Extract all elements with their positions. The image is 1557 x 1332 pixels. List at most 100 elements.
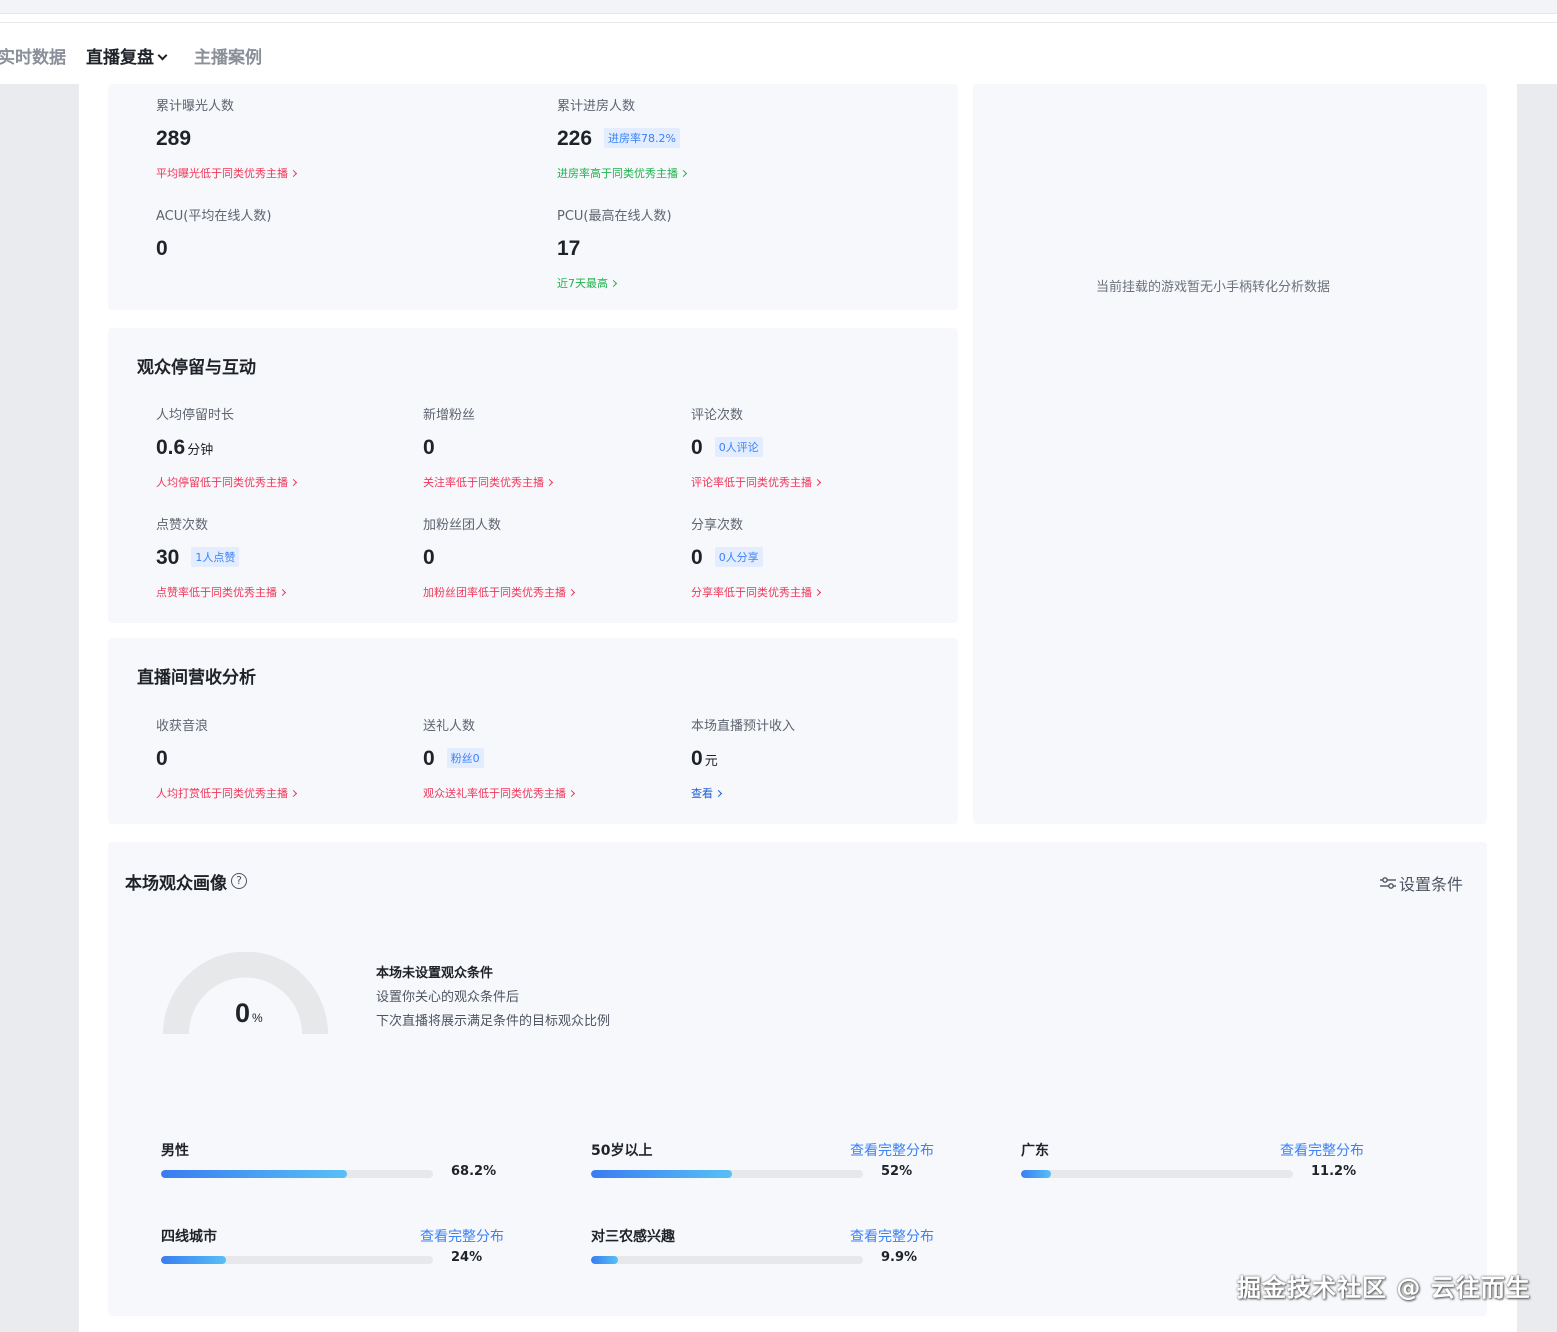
engagement-card: 观众停留与互动 人均停留时长 0.6 分钟 人均停留低于同类优秀主播 新增粉丝 0…	[108, 328, 958, 623]
metric-hint-link[interactable]: 进房率高于同类优秀主播	[557, 165, 688, 181]
metric-hint-link[interactable]: 加粉丝团率低于同类优秀主播	[423, 584, 576, 600]
gauge-number: 0	[235, 998, 251, 1028]
distribution-item: 50岁以上 查看完整分布 52%	[591, 1140, 936, 1180]
metric-value: 17	[557, 237, 581, 260]
metric-unit: 分钟	[187, 443, 214, 458]
metric-hint-link[interactable]: 评论率低于同类优秀主播	[691, 474, 822, 490]
metric-value: 0	[691, 546, 703, 569]
hint-text: 加粉丝团率低于同类优秀主播	[423, 586, 566, 599]
nav-tab-label: 直播复盘	[86, 48, 154, 68]
metric-value: 226	[557, 127, 593, 150]
metric-value: 289	[156, 127, 192, 150]
count-badge: 1人点赞	[191, 547, 240, 567]
empty-state-text: 当前挂载的游戏暂无小手柄转化分析数据	[1096, 280, 1331, 295]
count-badge: 0人分享	[714, 547, 763, 567]
distribution-item: 男性 68.2%	[161, 1140, 506, 1180]
metric-enter: 累计进房人数 226 进房率78.2% 进房率高于同类优秀主播	[557, 95, 688, 181]
metric-hint-link[interactable]: 点赞率低于同类优秀主播	[156, 584, 287, 600]
right-gutter	[1517, 84, 1557, 1332]
revenue-card: 直播间营收分析 收获音浪 0 人均打赏低于同类优秀主播 送礼人数 0 粉丝0 观众…	[108, 638, 958, 824]
metric-comments: 评论次数 0 0人评论 评论率低于同类优秀主播	[691, 404, 822, 490]
settings-label: 设置条件	[1399, 875, 1464, 894]
distribution-percent: 24%	[451, 1250, 483, 1265]
metric-value: 0	[691, 747, 703, 770]
distribution-item: 广东 查看完整分布 11.2%	[1021, 1140, 1366, 1180]
view-full-distribution-link[interactable]: 查看完整分布	[850, 1226, 934, 1246]
tip-line: 下次直播将展示满足条件的目标观众比例	[376, 1014, 611, 1029]
traffic-card: 累计曝光人数 289 平均曝光低于同类优秀主播 累计进房人数 226 进房率78.…	[108, 84, 958, 310]
metric-hint-link[interactable]: 关注率低于同类优秀主播	[423, 474, 554, 490]
metric-hint-link[interactable]: 人均停留低于同类优秀主播	[156, 474, 298, 490]
progress-fill	[591, 1256, 618, 1264]
distribution-item: 对三农感兴趣 查看完整分布 9.9%	[591, 1226, 936, 1266]
metric-label: ACU(平均在线人数)	[156, 209, 272, 224]
metric-new-fans: 新增粉丝 0 关注率低于同类优秀主播	[423, 404, 554, 490]
nav-tab-cases[interactable]: 主播案例	[194, 43, 262, 68]
view-full-distribution-link[interactable]: 查看完整分布	[850, 1140, 934, 1160]
view-full-distribution-link[interactable]: 查看完整分布	[1280, 1140, 1364, 1160]
chevron-right-icon	[278, 588, 287, 597]
metric-pcu: PCU(最高在线人数) 17 近7天最高	[557, 205, 672, 291]
chevron-right-icon	[609, 279, 618, 288]
left-gutter	[0, 84, 79, 1332]
hint-text: 人均打赏低于同类优秀主播	[156, 787, 288, 800]
distribution-percent: 68.2%	[451, 1164, 497, 1179]
chevron-right-icon	[813, 478, 822, 487]
metric-label: 累计进房人数	[557, 99, 636, 114]
hint-text: 评论率低于同类优秀主播	[691, 476, 812, 489]
distribution-label: 广东	[1021, 1143, 1049, 1159]
hint-text: 点赞率低于同类优秀主播	[156, 586, 277, 599]
metric-label: 累计曝光人数	[156, 99, 235, 114]
metric-hint-link[interactable]: 人均打赏低于同类优秀主播	[156, 785, 298, 801]
hint-text: 分享率低于同类优秀主播	[691, 586, 812, 599]
chevron-right-icon	[813, 588, 822, 597]
metric-stay-duration: 人均停留时长 0.6 分钟 人均停留低于同类优秀主播	[156, 404, 298, 490]
progress-fill	[161, 1170, 347, 1178]
chevron-down-icon	[157, 50, 168, 61]
chevron-right-icon	[545, 478, 554, 487]
metric-value: 0	[156, 237, 168, 260]
hint-text: 关注率低于同类优秀主播	[423, 476, 544, 489]
metric-hint-link[interactable]: 近7天最高	[557, 275, 672, 291]
metric-value: 0.6	[156, 436, 186, 459]
view-full-distribution-link[interactable]: 查看完整分布	[420, 1226, 504, 1246]
count-badge: 0人评论	[714, 437, 763, 457]
tip-title: 本场未设置观众条件	[376, 966, 494, 981]
metric-hint-link[interactable]: 平均曝光低于同类优秀主播	[156, 165, 298, 181]
chevron-right-icon	[289, 789, 298, 798]
view-income-link[interactable]: 查看	[691, 785, 795, 801]
set-conditions-button[interactable]: 设置条件	[1379, 871, 1463, 895]
metric-label: 送礼人数	[423, 719, 476, 734]
top-nav: 实时数据 直播复盘 主播案例	[0, 22, 1557, 84]
gauge-unit: %	[252, 1011, 263, 1025]
audience-condition-tip: 本场未设置观众条件 设置你关心的观众条件后 下次直播将展示满足条件的目标观众比例	[376, 962, 610, 1034]
chevron-right-icon	[567, 789, 576, 798]
progress-fill	[161, 1256, 227, 1264]
chevron-right-icon	[289, 478, 298, 487]
nav-tab-realtime[interactable]: 实时数据	[0, 43, 66, 68]
hint-text: 近7天最高	[557, 277, 608, 290]
chevron-right-icon	[714, 789, 723, 798]
metric-hint-link[interactable]: 分享率低于同类优秀主播	[691, 584, 822, 600]
chevron-right-icon	[289, 169, 298, 178]
metric-value: 0	[156, 747, 168, 770]
progress-track	[161, 1256, 433, 1264]
sliders-icon	[1380, 877, 1396, 889]
section-title: 本场观众画像	[125, 874, 227, 894]
metric-hint-link[interactable]: 观众送礼率低于同类优秀主播	[423, 785, 576, 801]
hint-text: 人均停留低于同类优秀主播	[156, 476, 288, 489]
nav-tab-review[interactable]: 直播复盘	[86, 43, 168, 68]
metric-label: 本场直播预计收入	[691, 719, 796, 734]
help-circle-icon[interactable]: ?	[231, 872, 247, 889]
metric-unit: 元	[704, 754, 718, 769]
metric-gifters: 送礼人数 0 粉丝0 观众送礼率低于同类优秀主播	[423, 715, 576, 801]
progress-track	[591, 1170, 863, 1178]
nav-tab-label: 主播案例	[194, 48, 262, 68]
hint-text: 平均曝光低于同类优秀主播	[156, 167, 288, 180]
distribution-label: 50岁以上	[591, 1143, 653, 1159]
distribution-label: 对三农感兴趣	[591, 1229, 675, 1245]
audience-title: 本场观众画像 ?	[125, 869, 247, 894]
metric-value: 0	[423, 436, 435, 459]
metric-exposure: 累计曝光人数 289 平均曝光低于同类优秀主播	[156, 95, 298, 181]
progress-fill	[1021, 1170, 1052, 1178]
